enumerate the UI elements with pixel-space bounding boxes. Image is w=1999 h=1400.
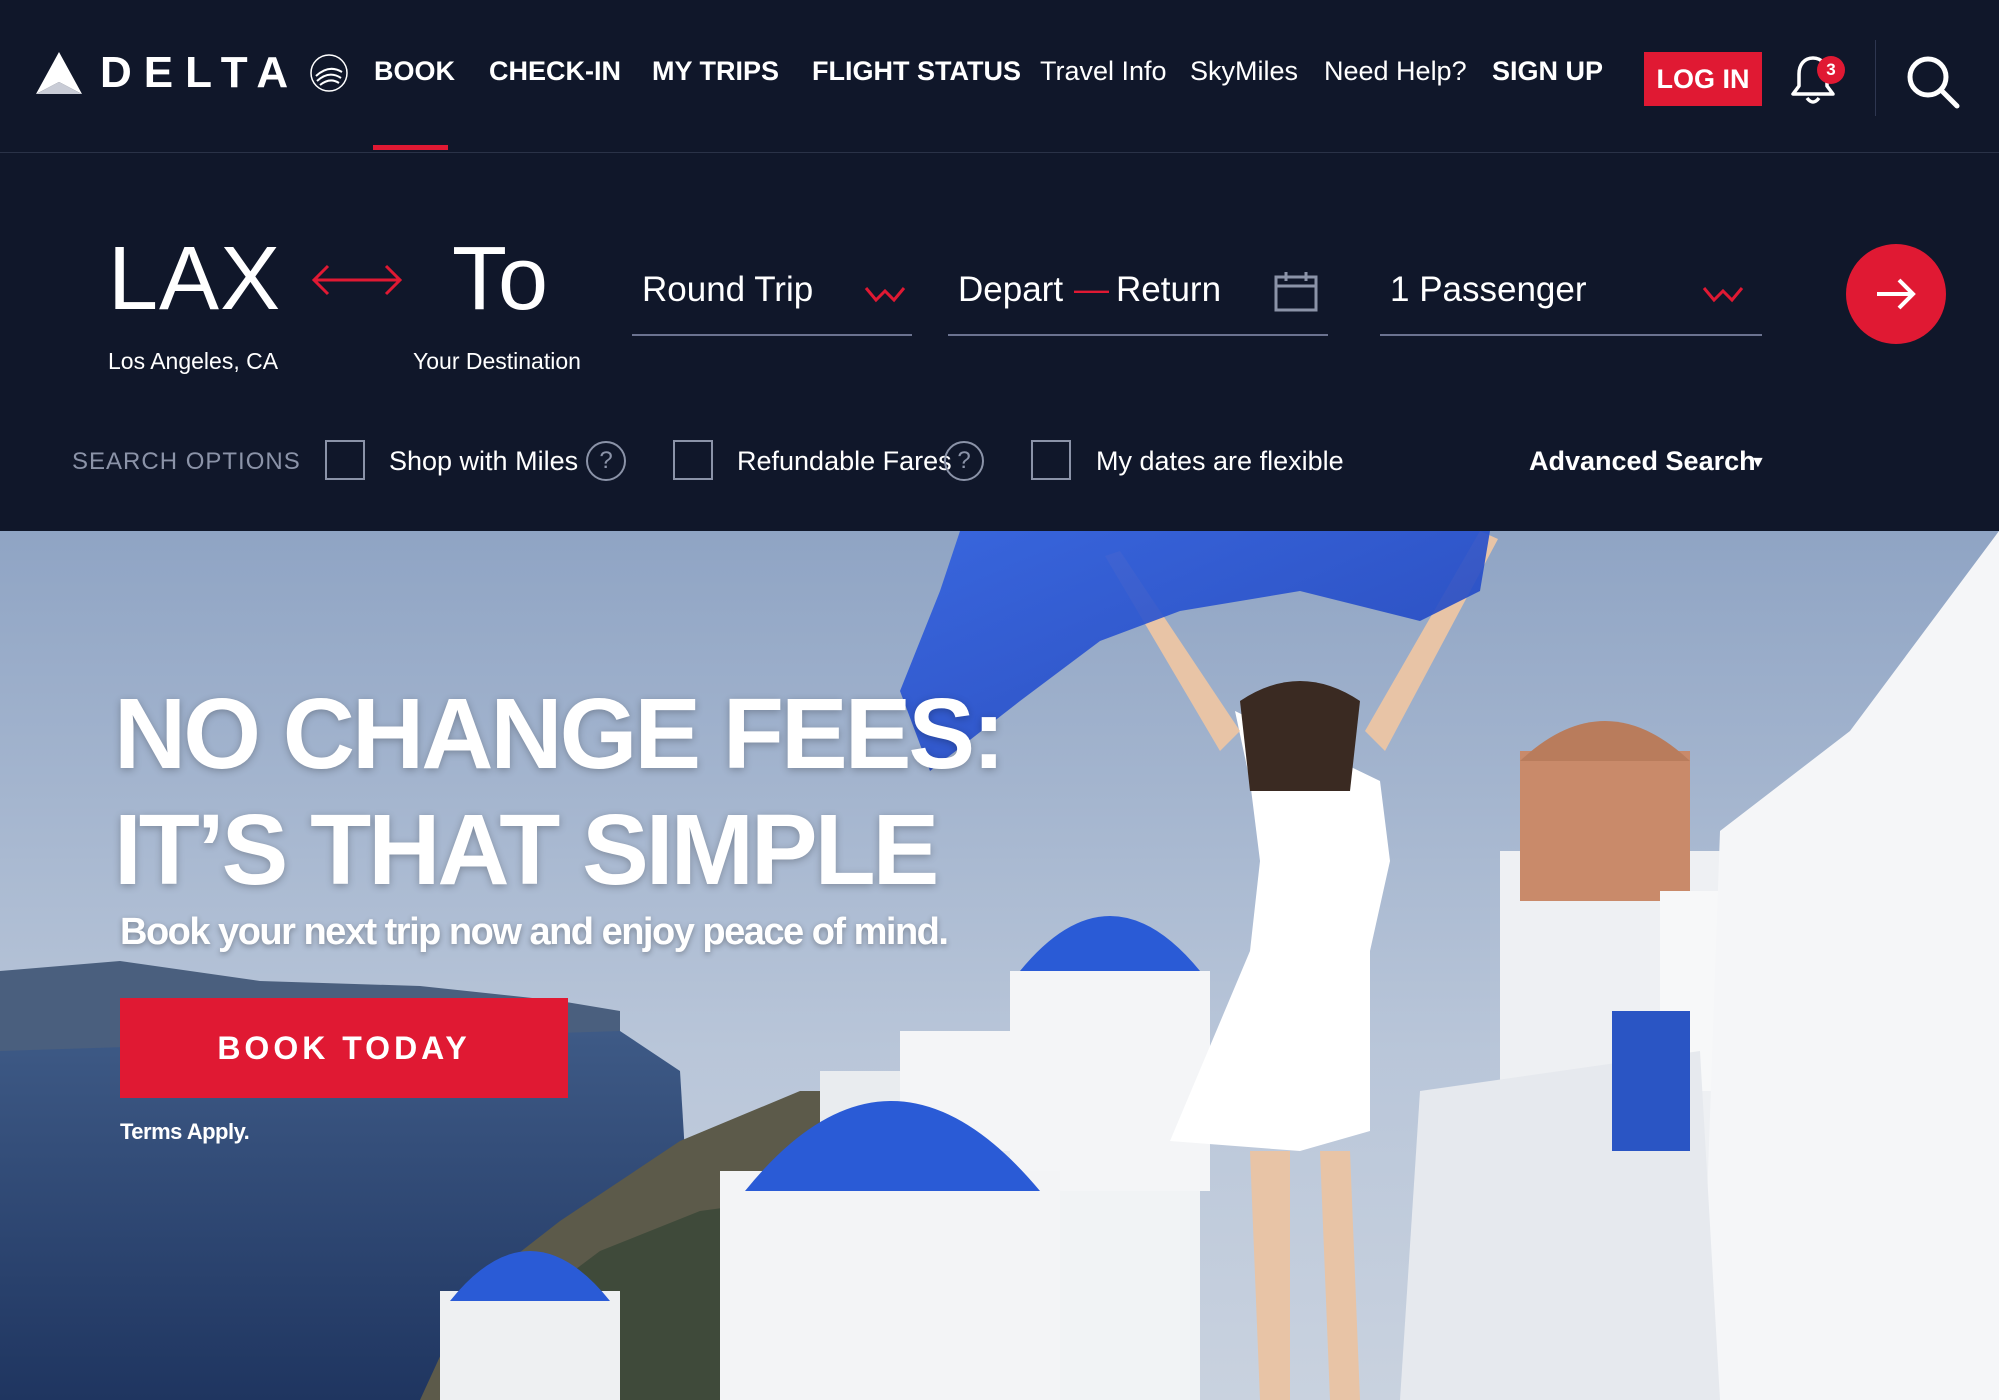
flight-search-widget: LAX Los Angeles, CA To Your Destination … — [0, 154, 1999, 531]
date-picker[interactable]: Depart — Return — [948, 264, 1328, 336]
nav-check-in[interactable]: CHECK-IN — [489, 56, 621, 87]
hero-banner: NO CHANGE FEES: IT’S THAT SIMPLE Book yo… — [0, 531, 1999, 1400]
destination-airport[interactable]: To — [452, 228, 549, 331]
passenger-value: 1 Passenger — [1390, 270, 1587, 309]
flexible-dates-label[interactable]: My dates are flexible — [1096, 446, 1344, 477]
passenger-select[interactable]: 1 Passenger — [1380, 264, 1762, 336]
origin-city: Los Angeles, CA — [108, 348, 279, 374]
trip-type-select[interactable]: Round Trip — [632, 264, 912, 336]
refundable-fares-checkbox[interactable] — [673, 440, 713, 480]
nav-skymiles[interactable]: SkyMiles — [1190, 56, 1298, 87]
nav-travel-info[interactable]: Travel Info — [1040, 56, 1167, 87]
chevron-down-icon — [1702, 287, 1744, 303]
refundable-fares-label[interactable]: Refundable Fares — [737, 446, 952, 477]
hero-subtitle: Book your next trip now and enjoy peace … — [120, 911, 949, 953]
nav-need-help[interactable]: Need Help? — [1324, 56, 1467, 87]
shop-with-miles-checkbox[interactable] — [325, 440, 365, 480]
log-in-button[interactable]: LOG IN — [1644, 52, 1762, 106]
caret-down-icon: ▼ — [1750, 454, 1766, 471]
search-icon[interactable] — [1905, 54, 1961, 110]
notification-badge: 3 — [1817, 56, 1845, 84]
question-icon[interactable]: ? — [586, 441, 626, 481]
active-tab-indicator — [373, 145, 448, 150]
nav-book[interactable]: BOOK — [374, 56, 455, 87]
calendar-icon — [1274, 272, 1318, 312]
nav-flight-status[interactable]: FLIGHT STATUS — [812, 56, 1021, 87]
search-options-label: SEARCH OPTIONS — [72, 448, 301, 475]
return-label: Return — [1116, 270, 1222, 309]
skyteam-icon — [310, 54, 348, 92]
chevron-down-icon — [864, 287, 906, 303]
flexible-dates-checkbox[interactable] — [1031, 440, 1071, 480]
delta-homepage: DELTA BOOK CHECK-IN MY TRIPS FLIGHT STAT… — [0, 0, 1999, 1400]
terms-link[interactable]: Terms Apply. — [120, 1119, 250, 1145]
question-icon[interactable]: ? — [944, 441, 984, 481]
hero-title: NO CHANGE FEES: IT’S THAT SIMPLE — [114, 676, 1005, 908]
hero-title-line-1: NO CHANGE FEES: — [114, 678, 1005, 790]
nav-divider — [1875, 40, 1876, 116]
hero-image — [0, 531, 1999, 1400]
sign-up-link[interactable]: SIGN UP — [1492, 56, 1603, 87]
date-separator: — — [1074, 270, 1109, 309]
trip-type-value: Round Trip — [642, 270, 814, 309]
search-flights-button[interactable] — [1846, 244, 1946, 344]
destination-city: Your Destination — [413, 348, 581, 374]
delta-logo[interactable]: DELTA — [36, 48, 352, 98]
origin-airport[interactable]: LAX — [108, 228, 281, 331]
depart-label: Depart — [958, 270, 1064, 309]
hero-title-line-2: IT’S THAT SIMPLE — [114, 794, 939, 906]
top-navigation: DELTA BOOK CHECK-IN MY TRIPS FLIGHT STAT… — [0, 0, 1999, 153]
advanced-search-link[interactable]: Advanced Search — [1529, 446, 1756, 477]
brand-wordmark: DELTA — [100, 48, 301, 97]
delta-widget-icon — [36, 52, 82, 94]
shop-with-miles-label[interactable]: Shop with Miles — [389, 446, 578, 477]
swap-arrows-icon[interactable] — [310, 262, 404, 298]
arrow-right-icon — [1877, 278, 1916, 310]
book-today-button[interactable]: BOOK TODAY — [120, 998, 568, 1098]
nav-my-trips[interactable]: MY TRIPS — [652, 56, 779, 87]
